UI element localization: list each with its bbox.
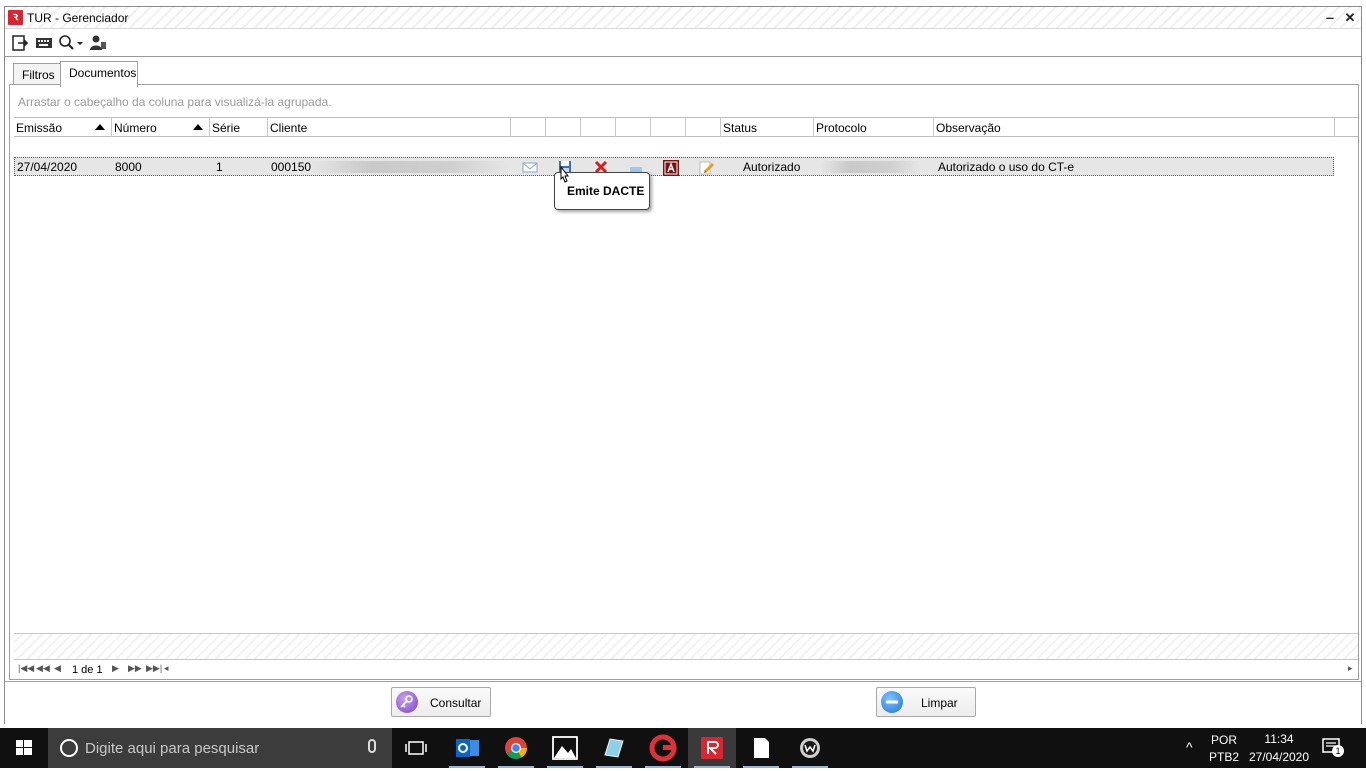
windows-logo-icon	[16, 740, 32, 755]
minus-icon	[881, 691, 903, 713]
app-window: ꝛ TUR - Gerenciador ‒ ✕ Filtros Document…	[4, 6, 1362, 724]
tab-filtros[interactable]: Filtros	[13, 63, 61, 86]
photos-icon	[552, 736, 578, 760]
title-bar[interactable]: ꝛ TUR - Gerenciador ‒ ✕	[5, 7, 1361, 29]
cell-emissao: 27/04/2020	[17, 160, 78, 174]
next-page-icon[interactable]: ▶	[112, 663, 119, 674]
user-icon[interactable]	[89, 34, 109, 54]
windows-start-button[interactable]	[0, 728, 48, 768]
last-page-icon[interactable]: ▶▶|	[146, 663, 162, 674]
g-logo-icon	[649, 734, 677, 762]
language-indicator[interactable]: POR	[1206, 733, 1242, 747]
grid-header: Emissão Número Série Cliente Status Prot…	[14, 117, 1358, 137]
table-row[interactable]: 27/04/2020 8000 1 000150 Autorizado Auto…	[14, 157, 1334, 176]
column-header-action-1[interactable]	[511, 118, 546, 137]
column-header-action-6[interactable]	[686, 118, 721, 137]
taskbar-app-tur[interactable]	[688, 728, 736, 768]
prev-group-icon[interactable]: ◀◀	[36, 663, 50, 674]
clock-time[interactable]: 11:34	[1248, 732, 1310, 746]
clock-date[interactable]: 27/04/2020	[1244, 750, 1314, 764]
microphone-icon[interactable]	[368, 739, 376, 753]
first-page-icon[interactable]: |◀◀	[18, 663, 34, 674]
taskbar-app-outlook[interactable]	[443, 728, 491, 768]
mouse-cursor-icon	[560, 166, 570, 183]
cell-serie: 1	[216, 160, 223, 174]
redacted-protocol	[820, 161, 920, 173]
cortana-icon	[60, 739, 78, 757]
sort-asc-icon	[95, 124, 105, 130]
column-header-observacao[interactable]: Observação	[934, 118, 1335, 137]
taskbar-app-chrome[interactable]	[492, 728, 540, 768]
key-icon	[396, 691, 418, 713]
column-header-action-4[interactable]	[616, 118, 651, 137]
column-header-action-5[interactable]	[651, 118, 686, 137]
tur-app-icon	[701, 737, 723, 759]
taskbar: Digite aqui para pesquisar ^ POR PTB2 11…	[0, 728, 1366, 768]
tray-chevron-up-icon[interactable]: ^	[1186, 739, 1193, 755]
consultar-label: Consultar	[430, 696, 482, 710]
app-logo-icon: ꝛ	[8, 10, 23, 25]
column-header-protocolo[interactable]: Protocolo	[814, 118, 934, 137]
sort-asc-icon	[193, 124, 203, 130]
taskbar-search-box[interactable]: Digite aqui para pesquisar	[48, 728, 392, 768]
column-header-serie[interactable]: Série	[210, 118, 268, 137]
keyboard-layout-indicator[interactable]: PTB2	[1206, 750, 1242, 764]
limpar-label: Limpar	[921, 696, 958, 710]
grid-footer-band	[14, 633, 1358, 659]
taskbar-app-notes[interactable]	[590, 728, 638, 768]
pdf-icon[interactable]	[663, 160, 679, 176]
pager: |◀◀ ◀◀ ◀ 1 de 1 ▶ ▶▶ ▶▶| ◂ ▸	[14, 659, 1358, 679]
cell-status: Autorizado	[743, 160, 801, 174]
taskbar-app-document[interactable]	[737, 728, 785, 768]
close-button[interactable]: ✕	[1341, 9, 1359, 27]
taskbar-app-g[interactable]	[639, 728, 687, 768]
document-icon	[754, 738, 769, 758]
column-header-cliente[interactable]: Cliente	[268, 118, 511, 137]
window-title: TUR - Gerenciador	[27, 11, 129, 25]
taskbar-app-w[interactable]	[786, 728, 834, 768]
chrome-icon	[505, 737, 527, 759]
cell-numero: 8000	[115, 160, 142, 174]
exit-icon[interactable]	[11, 34, 31, 54]
search-dropdown-icon[interactable]	[58, 34, 86, 54]
outlook-icon	[456, 739, 479, 757]
scroll-right-icon[interactable]: ▸	[1348, 663, 1353, 674]
scroll-left-icon[interactable]: ◂	[164, 663, 169, 674]
task-view-icon	[405, 741, 427, 755]
prev-page-icon[interactable]: ◀	[54, 663, 61, 674]
keyboard-icon[interactable]	[35, 34, 55, 54]
taskbar-app-photos[interactable]	[541, 728, 589, 768]
limpar-button[interactable]: Limpar	[876, 687, 976, 717]
w-app-icon	[800, 738, 820, 758]
column-header-status[interactable]: Status	[721, 118, 814, 137]
column-header-numero[interactable]: Número	[112, 118, 210, 137]
group-by-hint: Arrastar o cabeçalho da coluna para visu…	[18, 95, 332, 109]
search-placeholder: Digite aqui para pesquisar	[85, 740, 260, 757]
cell-observacao: Autorizado o uso do CT-e	[938, 160, 1075, 174]
redacted-client-name	[310, 161, 510, 173]
task-view-button[interactable]	[393, 728, 441, 768]
documents-panel: Arrastar o cabeçalho da coluna para visu…	[9, 84, 1359, 680]
notification-count-badge: 1	[1332, 745, 1344, 757]
column-header-emissao[interactable]: Emissão	[14, 118, 112, 137]
notes-icon	[604, 738, 624, 758]
toolbar	[5, 30, 1361, 57]
next-group-icon[interactable]: ▶▶	[128, 663, 142, 674]
tab-documentos[interactable]: Documentos	[60, 61, 138, 87]
page-indicator: 1 de 1	[72, 664, 103, 676]
cell-cliente: 000150	[271, 160, 312, 174]
minimize-button[interactable]: ‒	[1321, 9, 1339, 27]
action-bar: Consultar Limpar	[5, 681, 1361, 724]
column-header-action-2[interactable]	[546, 118, 581, 137]
notification-center-icon[interactable]: 1	[1322, 738, 1344, 758]
consultar-button[interactable]: Consultar	[391, 687, 491, 717]
column-header-action-3[interactable]	[581, 118, 616, 137]
edit-icon[interactable]	[699, 160, 715, 175]
email-icon[interactable]	[522, 160, 538, 174]
